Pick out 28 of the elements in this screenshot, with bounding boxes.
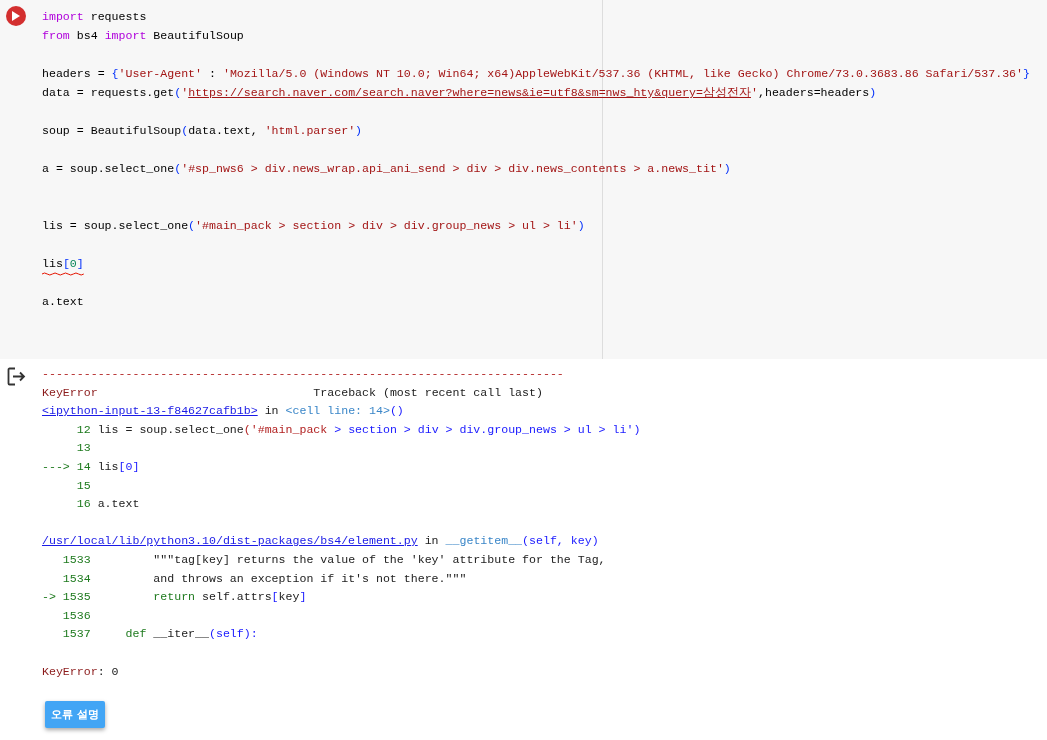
output-line: KeyError: 0 bbox=[42, 664, 119, 678]
output-line: 12 lis = soup.select_one('#main_pack > section > div > div.group_news > ul > li') bbox=[75, 422, 641, 436]
code-line: a = soup.select_one('#sp_nws6 > div.news_wrap.api_ani_send > div > div.news_contents > a.news_tit') bbox=[42, 161, 731, 177]
output-line: 16 a.text bbox=[75, 497, 140, 511]
code-line: from bs4 import BeautifulSoup bbox=[42, 28, 244, 44]
output-line: --------------------------------------------------------------------------- bbox=[42, 367, 564, 380]
code-line: lis = soup.select_one('#main_pack > section > div > div.group_news > ul > li') bbox=[42, 218, 585, 234]
code-line: a.text bbox=[42, 294, 84, 310]
output-line: <ipython-input-13-f84627cafb1b> in <cell line: 14>() bbox=[42, 404, 404, 418]
code-line: headers = {'User-Agent' : 'Mozilla/5.0 (Windows NT 10.0; Win64; x64)AppleWebKit/537.36 (KHTML, like Gecko) Chrome/73.0.3683.86 Safari/537.36'} bbox=[42, 66, 1030, 82]
output-line: 1536 bbox=[61, 608, 91, 622]
output-line: KeyError Traceback (most recent call last) bbox=[42, 385, 543, 399]
run-button[interactable] bbox=[6, 6, 26, 26]
link[interactable]: /usr/local/lib/python3.10/dist-packages/bs4/element.py bbox=[42, 534, 418, 548]
output-line: /usr/local/lib/python3.10/dist-packages/bs4/element.py in __getitem__(self, key) bbox=[42, 534, 599, 548]
play-icon bbox=[12, 11, 20, 21]
output-line: 1534 and throws an exception if it's not there.""" bbox=[61, 571, 467, 585]
code-line: soup = BeautifulSoup(data.text, 'html.parser') bbox=[42, 123, 363, 139]
link[interactable]: <ipython-input-13-f84627cafb1b> bbox=[42, 404, 258, 418]
output-line: 1533 """tag[key] returns the value of the 'key' attribute for the Tag, bbox=[61, 552, 606, 566]
output-line: ---> 14 lis[0] bbox=[42, 459, 140, 473]
output-line: 15 bbox=[75, 478, 91, 492]
output-line: 13 bbox=[75, 441, 91, 455]
output-icon[interactable] bbox=[7, 367, 26, 386]
output-line: -> 1535 return self.attrs[key] bbox=[42, 590, 307, 604]
code-line: import requests bbox=[42, 9, 147, 25]
code-line: data = requests.get('https://search.naver.com/search.naver?where=news&ie=utf8&sm=nws_hty&query=삼성전자',headers=headers) bbox=[42, 85, 877, 101]
output-line: 1537 def __iter__(self): bbox=[61, 627, 258, 641]
